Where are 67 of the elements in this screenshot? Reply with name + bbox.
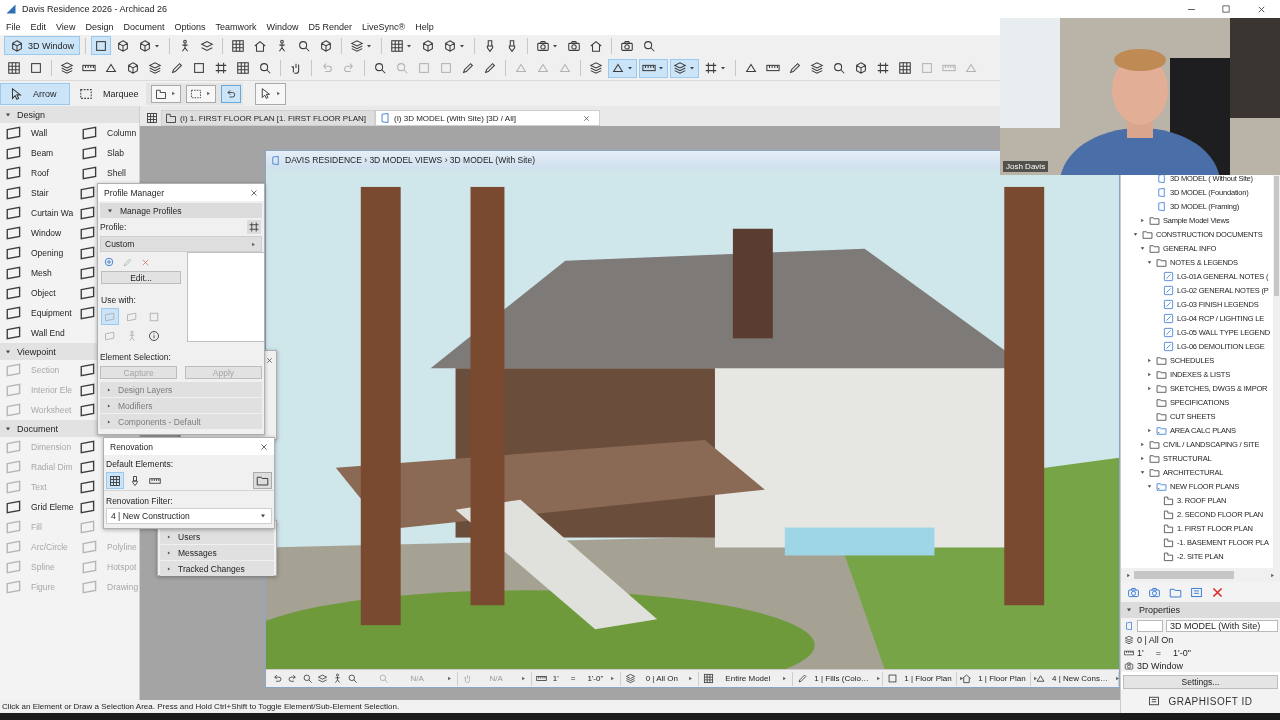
- section-header[interactable]: Users: [160, 529, 274, 544]
- menu-item[interactable]: Window: [261, 21, 304, 32]
- field-label: Profile:: [99, 221, 128, 234]
- tool-item[interactable]: Mesh: [0, 263, 76, 283]
- view-option-dropdown[interactable]: 1 | Floor Plan: [961, 671, 1031, 686]
- tool-item[interactable]: Slab: [76, 143, 140, 163]
- menu-item[interactable]: D5 Render: [303, 21, 358, 32]
- palette-title: Profile Manager: [104, 187, 164, 198]
- palette-title: Renovation: [110, 441, 153, 452]
- menu-item[interactable]: Help: [410, 21, 439, 32]
- menu-item[interactable]: View: [51, 21, 81, 32]
- tool-item[interactable]: Opening: [0, 243, 76, 263]
- view-option-dropdown[interactable]: 0 | All On: [625, 671, 700, 686]
- menu-item[interactable]: Design: [80, 21, 119, 32]
- menu-item[interactable]: Options: [169, 21, 211, 32]
- scale-value: 1' = 1'-0": [1137, 647, 1191, 658]
- view-option-dropdown[interactable]: Entire Model: [703, 671, 794, 686]
- tool-item[interactable]: Window: [0, 223, 76, 243]
- tool-item[interactable]: Stair: [0, 183, 76, 203]
- field-label: Renovation Filter:: [105, 495, 174, 508]
- menu-item[interactable]: Edit: [25, 21, 52, 32]
- window-title: Davis Residence 2026 - Archicad 26: [22, 4, 168, 14]
- tool-item[interactable]: Wall: [0, 123, 76, 143]
- field-label: Default Elements:: [105, 458, 175, 471]
- selection-tool[interactable]: Arrow: [0, 82, 70, 105]
- section-title: Manage Profiles: [120, 205, 182, 216]
- settings-button[interactable]: Settings...: [1123, 675, 1278, 689]
- menu-item[interactable]: LiveSync®: [357, 21, 411, 32]
- section-header[interactable]: Tracked Changes: [160, 561, 274, 576]
- footer-logo-text: GRAPHISOFT ID: [1168, 695, 1253, 707]
- menu-item[interactable]: File: [1, 21, 26, 32]
- section-header[interactable]: Messages: [160, 545, 274, 560]
- view-option-dropdown[interactable]: 1 | Fills (Colo…: [797, 671, 884, 686]
- tool-item[interactable]: Object: [0, 283, 76, 303]
- view-option-dropdown[interactable]: 1 | Floor Plan: [887, 671, 958, 686]
- profile-dropdown[interactable]: Custom: [100, 236, 262, 252]
- edit-button[interactable]: Edit...: [101, 271, 181, 284]
- section-title: Viewpoint: [17, 346, 56, 357]
- tool-item[interactable]: Column: [76, 123, 140, 143]
- tool-item[interactable]: Roof: [0, 163, 76, 183]
- section-header[interactable]: Properties: [1121, 602, 1280, 618]
- layer-combination: 0 | All On: [1137, 634, 1174, 645]
- field-label: Use with:: [101, 294, 137, 305]
- breadcrumb: DAVIS RESIDENCE › 3D MODEL VIEWS › 3D MODEL (With Site): [285, 155, 535, 165]
- view-mode: 3D Window: [1137, 660, 1183, 671]
- view-tab[interactable]: (I) 3D MODEL (With Site) [3D / All]: [374, 110, 600, 126]
- section-header[interactable]: Manage Profiles: [100, 203, 262, 218]
- tool-item[interactable]: Grid Eleme: [0, 497, 76, 517]
- tool-item[interactable]: Wall End: [0, 323, 76, 343]
- section-title: Document: [17, 423, 59, 434]
- tool-item[interactable]: Curtain Wa: [0, 203, 76, 223]
- menu-item[interactable]: Document: [118, 21, 170, 32]
- renovation-filter-dropdown[interactable]: 4 | New Construction: [106, 508, 272, 524]
- section-header[interactable]: Design: [0, 106, 139, 123]
- view-tab[interactable]: (I) 1. FIRST FLOOR PLAN [1. FIRST FLOOR PLAN]: [161, 110, 375, 126]
- section-title: Design: [17, 109, 45, 120]
- tool-item[interactable]: Beam: [0, 143, 76, 163]
- view-option-dropdown[interactable]: 4 | New Cons…: [1035, 671, 1119, 686]
- scale-dropdown[interactable]: 1' = 1'-0": [535, 671, 622, 686]
- selection-tool[interactable]: Marquee: [70, 82, 140, 105]
- view-name-field[interactable]: 3D MODEL (With Site): [1166, 619, 1278, 632]
- tool-item[interactable]: Equipment: [0, 303, 76, 323]
- section-title: Properties: [1139, 605, 1181, 615]
- status-message: Click an Element or Draw a Selection Area. Press and Hold Ctrl+Shift to Toggle Element/Sub-Element Selection.: [2, 702, 400, 711]
- tool-item[interactable]: Shell: [76, 163, 140, 183]
- view-mode-button[interactable]: 3D Window: [4, 36, 80, 55]
- menu-item[interactable]: Teamwork: [210, 21, 262, 32]
